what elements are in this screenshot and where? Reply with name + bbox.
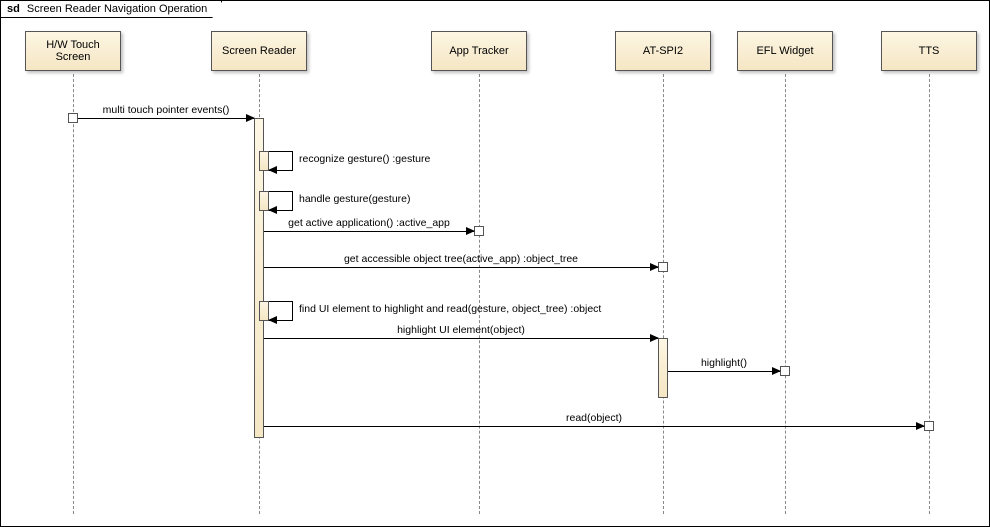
- message-label: get active application() :active_app: [288, 217, 450, 229]
- message-m4: get active application() :active_app: [264, 231, 474, 232]
- message-label: find UI element to highlight and read(ge…: [299, 303, 601, 315]
- lifeline-label: Screen Reader: [222, 45, 296, 57]
- message-m1: multi touch pointer events(): [78, 118, 254, 119]
- activation-atspi-2: [658, 338, 668, 398]
- lifeline-head-atspi: AT-SPI2: [615, 31, 711, 71]
- message-label: multi touch pointer events(): [103, 104, 230, 116]
- lifeline-label: EFL Widget: [756, 45, 813, 57]
- message-label: recognize gesture() :gesture: [299, 153, 430, 165]
- lifeline-line-tts: [929, 74, 930, 514]
- frame-title: Screen Reader Navigation Operation: [27, 3, 207, 15]
- activation-efl: [780, 366, 790, 376]
- lifeline-label: App Tracker: [449, 45, 508, 57]
- message-label: handle gesture(gesture): [299, 193, 411, 205]
- lifeline-head-app: App Tracker: [431, 31, 527, 71]
- message-label: highlight UI element(object): [397, 324, 525, 336]
- message-m7: highlight UI element(object): [264, 338, 658, 339]
- activation-hw: [68, 113, 78, 123]
- message-m2: [269, 151, 293, 171]
- activation-tts: [924, 421, 934, 431]
- activation-app: [474, 226, 484, 236]
- lifeline-label: TTS: [919, 45, 940, 57]
- frame-tab: sd Screen Reader Navigation Operation: [1, 1, 222, 18]
- lifeline-head-sr: Screen Reader: [211, 31, 307, 71]
- lifeline-head-tts: TTS: [881, 31, 977, 71]
- message-label: highlight(): [701, 357, 747, 369]
- activation-atspi-1: [658, 262, 668, 272]
- lifeline-head-hw: H/W Touch Screen: [25, 31, 121, 71]
- lifeline-line-hw: [73, 74, 74, 514]
- frame-prefix: sd: [7, 3, 20, 15]
- lifeline-line-app: [479, 74, 480, 514]
- message-m9: read(object): [264, 426, 924, 427]
- message-m3: [269, 191, 293, 211]
- message-label: get accessible object tree(active_app) :…: [344, 253, 578, 265]
- lifeline-label: H/W Touch Screen: [28, 39, 118, 63]
- message-m8: highlight(): [668, 371, 780, 372]
- lifeline-label: AT-SPI2: [643, 45, 683, 57]
- lifeline-line-atspi: [663, 74, 664, 514]
- lifeline-line-efl: [785, 74, 786, 514]
- message-m5: get accessible object tree(active_app) :…: [264, 267, 658, 268]
- message-m6: [269, 301, 293, 321]
- message-label: read(object): [566, 412, 622, 424]
- lifeline-head-efl: EFL Widget: [737, 31, 833, 71]
- sequence-diagram: sd Screen Reader Navigation Operation H/…: [0, 0, 990, 527]
